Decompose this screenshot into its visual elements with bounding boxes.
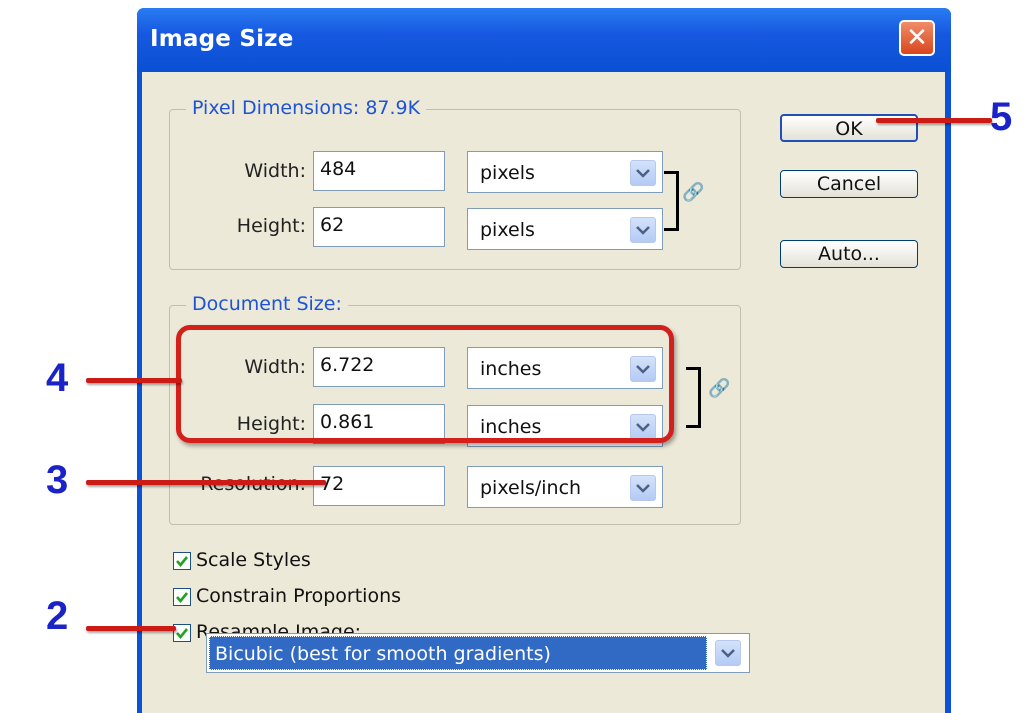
close-icon[interactable]: ✕ — [899, 20, 935, 56]
resolution-unit-select[interactable]: pixels/inch — [467, 466, 663, 508]
pixel-width-unit-value: pixels — [480, 162, 535, 184]
annotation-line-3 — [86, 480, 326, 485]
annotation-number-2: 2 — [46, 594, 69, 638]
annotation-number-4: 4 — [46, 356, 69, 400]
resample-method-select[interactable]: Bicubic (best for smooth gradients) — [206, 633, 750, 673]
resolution-input[interactable]: 72 — [313, 466, 445, 506]
pixel-width-unit-select[interactable]: pixels — [467, 151, 663, 193]
chevron-down-icon[interactable] — [630, 217, 656, 243]
document-link-bracket — [686, 367, 701, 428]
pixel-width-label: Width: — [244, 160, 306, 182]
annotation-number-5: 5 — [990, 95, 1013, 139]
chevron-down-icon[interactable] — [715, 640, 741, 666]
chain-link-icon: 🔗 — [682, 182, 705, 203]
annotation-line-4 — [86, 378, 182, 383]
chain-link-icon: 🔗 — [708, 378, 731, 399]
scale-styles-label: Scale Styles — [196, 549, 311, 571]
pixel-width-input[interactable]: 484 — [313, 151, 445, 191]
annotation-number-3: 3 — [46, 458, 69, 502]
auto-button[interactable]: Auto... — [780, 240, 918, 268]
annotation-line-2 — [86, 626, 176, 631]
dialog-title: Image Size — [150, 26, 294, 52]
pixel-height-unit-select[interactable]: pixels — [467, 208, 663, 250]
constrain-proportions-checkbox[interactable] — [173, 588, 191, 606]
document-size-highlight — [176, 325, 674, 443]
document-size-legend: Document Size: — [186, 293, 348, 315]
scale-styles-checkbox[interactable] — [173, 552, 191, 570]
annotation-line-5 — [876, 118, 992, 123]
cancel-button[interactable]: Cancel — [780, 170, 918, 198]
pixel-link-bracket — [664, 171, 679, 231]
chevron-down-icon[interactable] — [630, 160, 656, 186]
pixel-height-input[interactable]: 62 — [313, 207, 445, 247]
title-bar[interactable]: Image Size ✕ — [137, 8, 951, 72]
pixel-height-label: Height: — [236, 215, 306, 237]
pixel-height-unit-value: pixels — [480, 219, 535, 241]
constrain-proportions-label: Constrain Proportions — [196, 585, 402, 607]
chevron-down-icon[interactable] — [630, 475, 656, 501]
resample-method-value: Bicubic (best for smooth gradients) — [209, 636, 707, 670]
pixel-dimensions-legend: Pixel Dimensions: 87.9K — [186, 97, 427, 119]
resolution-unit-value: pixels/inch — [480, 477, 582, 499]
